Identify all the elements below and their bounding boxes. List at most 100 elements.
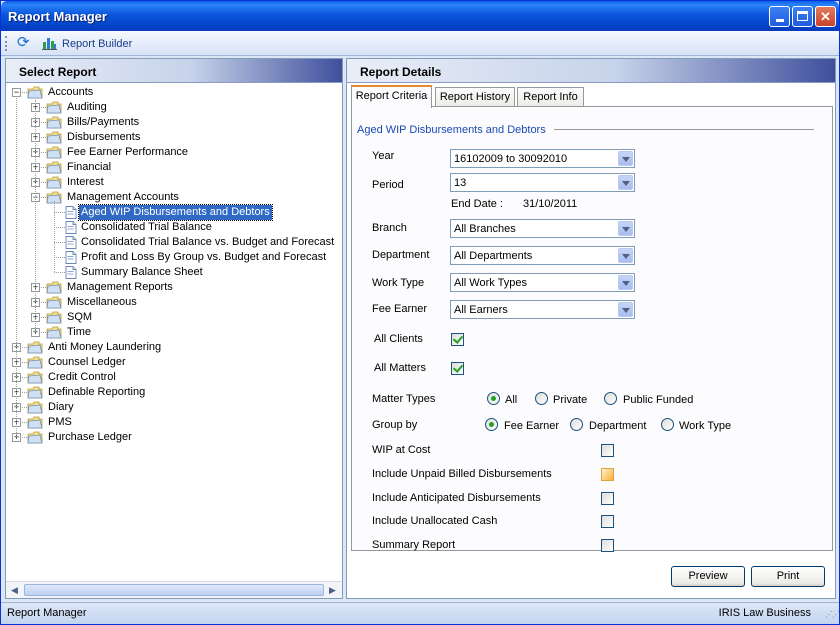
tree-item-label[interactable]: PMS <box>46 415 74 430</box>
tree-folder-item[interactable]: + Diary <box>6 400 342 415</box>
tree-report-item[interactable]: Aged WIP Disbursements and Debtors <box>6 204 342 221</box>
tree-folder-item[interactable]: + Counsel Ledger <box>6 355 342 370</box>
maximize-button[interactable] <box>792 6 813 27</box>
tree-item-label[interactable]: Definable Reporting <box>46 385 147 400</box>
tree-report-item[interactable]: Consolidated Trial Balance vs. Budget an… <box>6 235 342 250</box>
tree-folder-item[interactable]: + Interest <box>6 175 342 190</box>
year-select[interactable]: 16102009 to 30092010 <box>450 149 635 168</box>
tree-item-label[interactable]: Disbursements <box>65 130 142 145</box>
wip-at-cost-checkbox[interactable] <box>601 444 614 457</box>
tree-folder-item[interactable]: + Purchase Ledger <box>6 430 342 445</box>
tab-report-criteria[interactable]: Report Criteria <box>351 85 432 108</box>
scroll-thumb[interactable] <box>24 584 324 596</box>
tree-item-label[interactable]: Management Accounts <box>65 190 181 205</box>
include-unallocated-checkbox[interactable] <box>601 515 614 528</box>
tab-report-history[interactable]: Report History <box>435 87 515 107</box>
tree-folder-item[interactable]: + PMS <box>6 415 342 430</box>
tree-folder-item[interactable]: + Disbursements <box>6 130 342 145</box>
chevron-down-icon[interactable] <box>618 302 633 317</box>
tree-folder-item[interactable]: + Credit Control <box>6 370 342 385</box>
tree-item-label[interactable]: Financial <box>65 160 113 175</box>
branch-select[interactable]: All Branches <box>450 219 635 238</box>
tree-connector <box>54 227 65 228</box>
tree-report-item[interactable]: Summary Balance Sheet <box>6 265 342 280</box>
summary-report-checkbox[interactable] <box>601 539 614 552</box>
tree-folder-item[interactable]: + Financial <box>6 160 342 175</box>
tree-item-label[interactable]: Interest <box>65 175 106 190</box>
chevron-down-icon[interactable] <box>618 248 633 263</box>
tree-folder-item[interactable]: + Definable Reporting <box>6 385 342 400</box>
tree-item-label[interactable]: Miscellaneous <box>65 295 139 310</box>
tree-item-label[interactable]: Bills/Payments <box>65 115 141 130</box>
folder-icon <box>46 281 62 294</box>
chevron-down-icon[interactable] <box>618 151 633 166</box>
chevron-down-icon[interactable] <box>618 221 633 236</box>
tree-item-label[interactable]: Management Reports <box>65 280 175 295</box>
tree-item-label[interactable]: Aged WIP Disbursements and Debtors <box>78 204 273 221</box>
group-by-work-type-label[interactable]: Work Type <box>679 420 731 432</box>
tree-item-label[interactable]: SQM <box>65 310 94 325</box>
tree-folder-item[interactable]: + Miscellaneous <box>6 295 342 310</box>
tree-item-label[interactable]: Summary Balance Sheet <box>79 265 205 280</box>
tree-item-label[interactable]: Time <box>65 325 93 340</box>
toolbar-grip-icon[interactable] <box>5 36 8 51</box>
include-anticipated-checkbox[interactable] <box>601 492 614 505</box>
matter-type-all-radio[interactable] <box>487 392 500 405</box>
tree-item-label[interactable]: Consolidated Trial Balance <box>79 220 214 235</box>
group-by-department-label[interactable]: Department <box>589 420 646 432</box>
matter-type-private-label[interactable]: Private <box>553 394 587 406</box>
tab-report-info[interactable]: Report Info <box>517 87 584 107</box>
group-by-department-radio[interactable] <box>570 418 583 431</box>
tree-folder-item[interactable]: + SQM <box>6 310 342 325</box>
tree-item-label[interactable]: Consolidated Trial Balance vs. Budget an… <box>79 235 336 250</box>
tree-item-label[interactable]: Purchase Ledger <box>46 430 134 445</box>
tree-folder-item[interactable]: + Fee Earner Performance <box>6 145 342 160</box>
chevron-down-icon[interactable] <box>618 275 633 290</box>
fee-earner-select[interactable]: All Earners <box>450 300 635 319</box>
tree-folder-item[interactable]: + Management Reports <box>6 280 342 295</box>
work-type-select[interactable]: All Work Types <box>450 273 635 292</box>
include-unpaid-checkbox[interactable] <box>601 468 614 481</box>
scroll-right-icon[interactable]: ▶ <box>326 584 339 597</box>
tree-item-label[interactable]: Profit and Loss By Group vs. Budget and … <box>79 250 328 265</box>
tree-item-label[interactable]: Fee Earner Performance <box>65 145 190 160</box>
matter-type-public-funded-radio[interactable] <box>604 392 617 405</box>
tree-item-label[interactable]: Counsel Ledger <box>46 355 128 370</box>
tree-folder-item[interactable]: + Time <box>6 325 342 340</box>
refresh-icon[interactable]: ⟳ <box>17 35 33 51</box>
print-button[interactable]: Print <box>751 566 825 587</box>
report-builder-chart-icon[interactable] <box>42 36 57 50</box>
tree-item-label[interactable]: Anti Money Laundering <box>46 340 163 355</box>
minimize-button[interactable] <box>769 6 790 27</box>
tree-folder-item[interactable]: − Accounts <box>6 85 342 100</box>
report-tree[interactable]: − Accounts + Auditing + Bills/Payments + Disbur… <box>6 85 342 581</box>
title-bar[interactable]: Report Manager ✕ <box>1 1 839 31</box>
tree-item-label[interactable]: Credit Control <box>46 370 118 385</box>
resize-grip-icon[interactable]: ⋰⋰ <box>825 610 840 620</box>
period-select[interactable]: 13 <box>450 173 635 192</box>
tree-item-label[interactable]: Diary <box>46 400 76 415</box>
all-clients-checkbox[interactable] <box>451 333 464 346</box>
tree-folder-item[interactable]: + Bills/Payments <box>6 115 342 130</box>
report-builder-button[interactable]: Report Builder <box>62 38 132 50</box>
tree-report-item[interactable]: Consolidated Trial Balance <box>6 220 342 235</box>
tree-folder-item[interactable]: + Anti Money Laundering <box>6 340 342 355</box>
tree-report-item[interactable]: Profit and Loss By Group vs. Budget and … <box>6 250 342 265</box>
tree-folder-item[interactable]: + Auditing <box>6 100 342 115</box>
group-by-fee-earner-label[interactable]: Fee Earner <box>504 420 559 432</box>
horizontal-scrollbar[interactable]: ◀ ▶ <box>6 581 342 598</box>
matter-type-all-label[interactable]: All <box>505 394 517 406</box>
tree-folder-item[interactable]: − Management Accounts <box>6 190 342 205</box>
close-button[interactable]: ✕ <box>815 6 836 27</box>
tree-item-label[interactable]: Auditing <box>65 100 109 115</box>
preview-button[interactable]: Preview <box>671 566 745 587</box>
chevron-down-icon[interactable] <box>618 175 633 190</box>
scroll-left-icon[interactable]: ◀ <box>8 584 21 597</box>
group-by-work-type-radio[interactable] <box>661 418 674 431</box>
all-matters-checkbox[interactable] <box>451 362 464 375</box>
tree-item-label[interactable]: Accounts <box>46 85 95 100</box>
department-select[interactable]: All Departments <box>450 246 635 265</box>
group-by-fee-earner-radio[interactable] <box>485 418 498 431</box>
matter-type-public-funded-label[interactable]: Public Funded <box>623 394 693 406</box>
matter-type-private-radio[interactable] <box>535 392 548 405</box>
